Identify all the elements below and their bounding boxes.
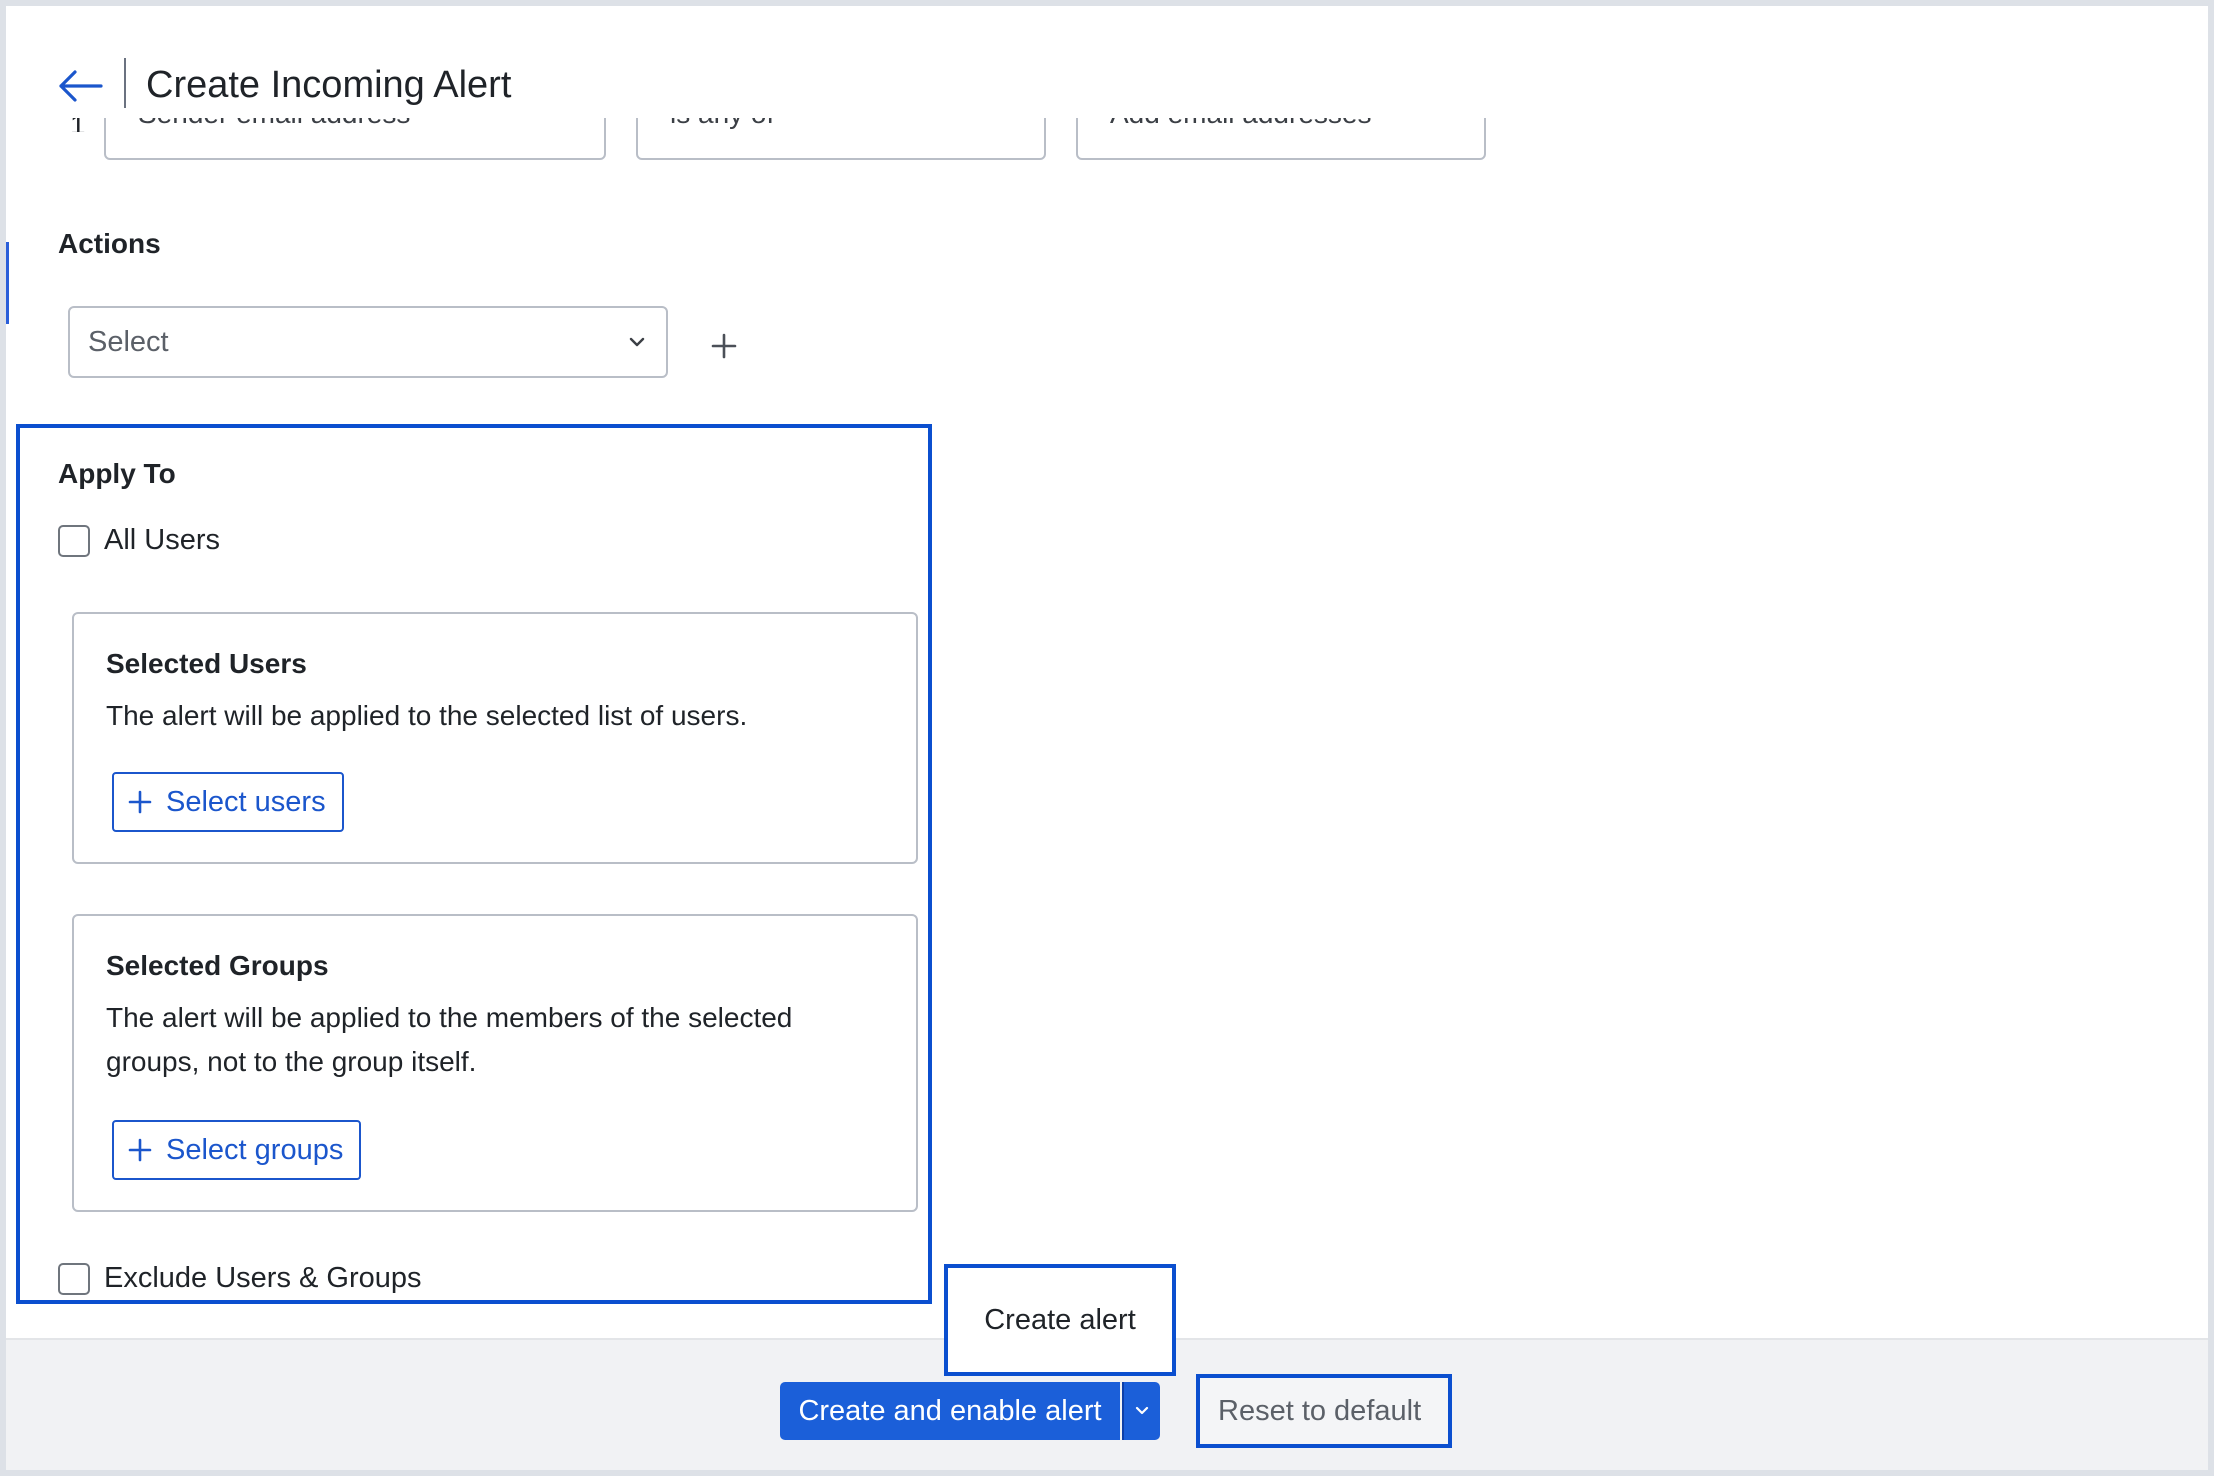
all-users-checkbox-row[interactable]: All Users: [58, 524, 220, 557]
create-alert-option[interactable]: Create alert: [944, 1264, 1176, 1376]
add-action-button[interactable]: [702, 324, 746, 368]
condition-value-input[interactable]: Add email addresses: [1076, 118, 1486, 160]
select-users-button[interactable]: Select users: [112, 772, 344, 832]
apply-to-panel: Apply To All Users Selected Users The al…: [16, 424, 932, 1304]
back-button[interactable]: [54, 62, 106, 110]
chevron-down-icon: [626, 331, 648, 353]
selected-users-description: The alert will be applied to the selecte…: [106, 700, 748, 731]
condition-row: 1 Sender email address is any of Add ema…: [6, 118, 1606, 164]
selected-users-title: Selected Users: [106, 648, 307, 679]
selected-groups-description: The alert will be applied to the members…: [106, 1002, 793, 1077]
exclude-label: Exclude Users & Groups: [104, 1262, 422, 1294]
exclude-checkbox-row[interactable]: Exclude Users & Groups: [58, 1262, 422, 1295]
condition-index: 1: [70, 118, 86, 132]
select-users-label: Select users: [166, 785, 326, 818]
plus-icon: [128, 789, 154, 815]
condition-field-select[interactable]: Sender email address: [104, 118, 606, 160]
create-options-dropdown-button[interactable]: [1122, 1382, 1160, 1440]
reset-to-default-button[interactable]: Reset to default: [1196, 1374, 1452, 1448]
condition-operator-select[interactable]: is any of: [636, 118, 1046, 160]
selected-groups-card: Selected Groups The alert will be applie…: [72, 914, 918, 1212]
app-window: Create Incoming Alert 1 Sender email add…: [6, 6, 2208, 1470]
exclude-checkbox[interactable]: [58, 1262, 90, 1295]
scroll-indicator: [6, 242, 9, 324]
selected-groups-title: Selected Groups: [106, 950, 329, 981]
actions-select-value: Select: [88, 325, 169, 358]
page-title: Create Incoming Alert: [146, 64, 512, 106]
header-divider: [124, 58, 126, 108]
arrow-left-icon: [59, 70, 103, 102]
chevron-down-icon: [1135, 1406, 1149, 1415]
all-users-checkbox[interactable]: [58, 524, 90, 557]
select-groups-button[interactable]: Select groups: [112, 1120, 362, 1180]
apply-to-heading: Apply To: [58, 458, 176, 489]
plus-icon: [128, 1137, 154, 1163]
all-users-label: All Users: [104, 524, 221, 556]
plus-icon: [711, 333, 737, 359]
select-groups-label: Select groups: [166, 1133, 344, 1166]
create-and-enable-alert-button[interactable]: Create and enable alert: [780, 1382, 1120, 1440]
actions-select[interactable]: Select: [68, 306, 668, 378]
actions-heading: Actions: [58, 228, 161, 259]
selected-users-card: Selected Users The alert will be applied…: [72, 612, 918, 864]
